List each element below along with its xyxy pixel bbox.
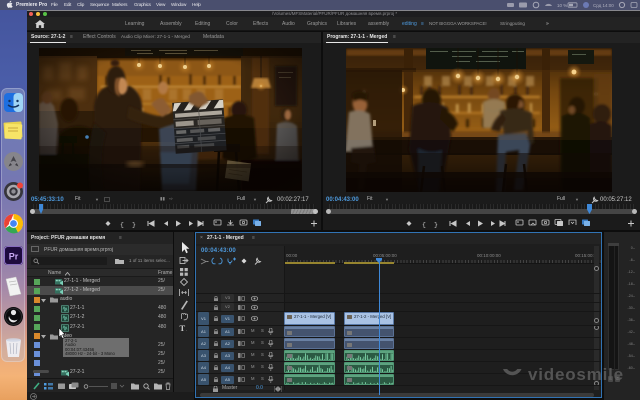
svg-text:{: { bbox=[120, 222, 124, 229]
svg-text:Pr: Pr bbox=[9, 252, 19, 262]
svg-text:T: T bbox=[180, 323, 186, 333]
svg-text:.: . bbox=[186, 327, 187, 333]
svg-text:Срд 14:00: Срд 14:00 bbox=[593, 3, 614, 8]
svg-text:{: { bbox=[422, 222, 426, 229]
svg-text:videosmile: videosmile bbox=[528, 365, 624, 384]
svg-text:}: } bbox=[434, 222, 438, 229]
svg-text:10 %: 10 % bbox=[557, 3, 567, 8]
svg-text:}: } bbox=[132, 222, 136, 229]
